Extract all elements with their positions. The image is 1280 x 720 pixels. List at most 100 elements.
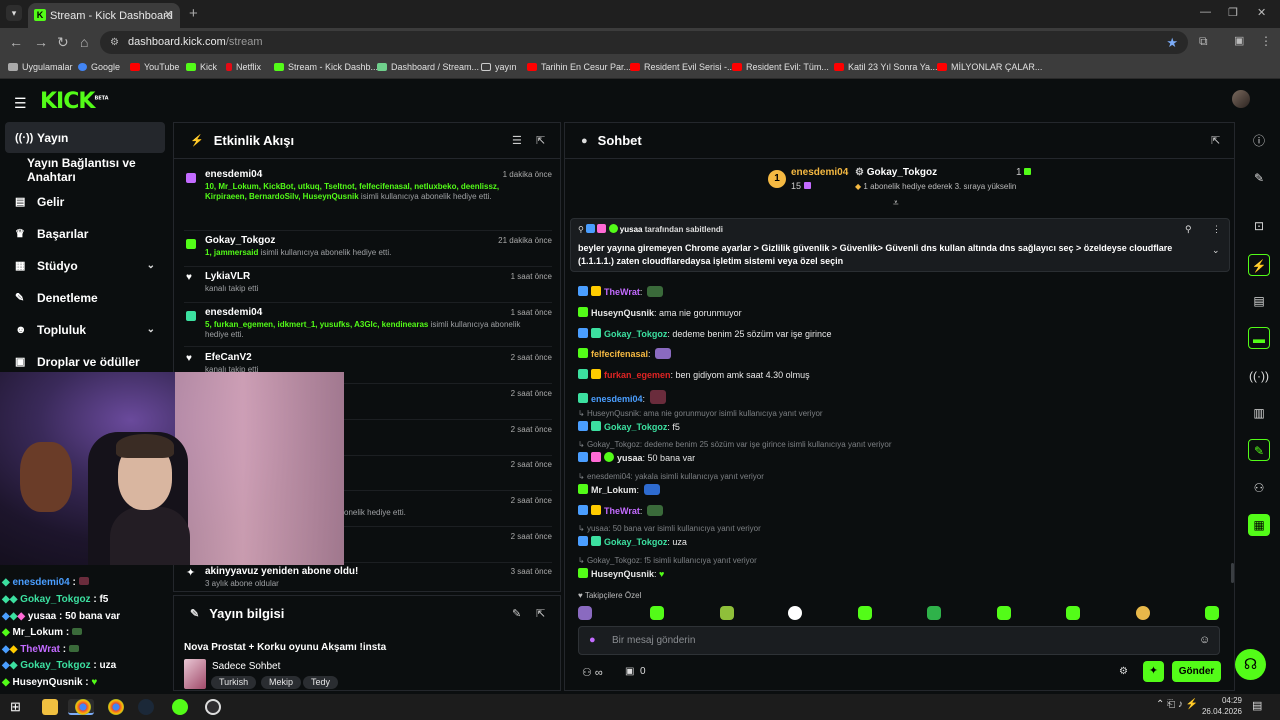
tab-stream-kick[interactable]: K Stream - Kick Dashboard ✕ <box>28 3 180 28</box>
taskbar-date[interactable]: 26.04.2026 <box>1196 707 1242 716</box>
profile-icon[interactable]: ▣ <box>1234 34 1244 47</box>
bookmark-apps[interactable]: Uygulamalar <box>8 62 73 72</box>
pencil-icon[interactable]: ✎ <box>1248 167 1270 189</box>
unpin-icon[interactable]: ⚲ <box>1185 224 1192 235</box>
edit-icon[interactable]: ✎ <box>512 607 521 620</box>
url-field[interactable]: ⚙ dashboard.kick.com/stream ★ <box>100 31 1188 54</box>
taskbar-time[interactable]: 04:29 <box>1204 696 1242 705</box>
maximize-icon[interactable]: ❐ <box>1228 6 1238 19</box>
emote[interactable] <box>927 606 941 620</box>
chat-settings-gear-icon[interactable]: ⚙ <box>1119 666 1128 677</box>
bot-icon[interactable]: ✦ <box>1143 661 1164 682</box>
sidebar-item-studyo[interactable]: ▦ Stüdyo ⌄ <box>5 250 165 281</box>
chat-bubble-icon[interactable]: ▬ <box>1248 327 1270 349</box>
tag-chip[interactable]: Tedy <box>303 676 339 689</box>
filter-icon[interactable]: ☰ <box>512 134 522 147</box>
popout-icon[interactable]: ⇱ <box>536 607 545 620</box>
sidebar-item-yayin[interactable]: ((·)) Yayın <box>5 122 165 153</box>
kick-app-icon[interactable] <box>172 699 188 715</box>
close-window-icon[interactable]: ✕ <box>1257 6 1266 19</box>
tab-search-icon[interactable]: ▾ <box>6 5 22 21</box>
back-icon[interactable]: ← <box>9 34 23 50</box>
reload-icon[interactable]: ↻ <box>57 34 69 51</box>
infinity-points-icon[interactable]: ⚇ ∞ <box>582 666 603 679</box>
sidebar-item-stream-key[interactable]: Yayın Bağlantısı ve Anahtarı <box>5 154 165 185</box>
bookmark-video-1[interactable]: Tarihin En Cesur Par... <box>527 62 631 72</box>
sidebar-item-basarilar[interactable]: ♛ Başarılar <box>5 218 165 249</box>
emote[interactable] <box>578 606 592 620</box>
menu-icon[interactable]: ⋮ <box>1260 34 1272 48</box>
clapper-icon[interactable]: ▦ <box>1248 514 1270 536</box>
windows-start-icon[interactable]: ⊞ <box>10 699 26 715</box>
share-nodes-icon[interactable]: ⚇ <box>1248 477 1270 499</box>
emoji-icon[interactable]: ☺ <box>1199 634 1210 646</box>
site-info-icon[interactable]: ⚙ <box>110 31 119 54</box>
microphone-icon[interactable]: ● <box>589 634 596 646</box>
new-tab-icon[interactable]: + <box>189 5 198 22</box>
bookmark-video-5[interactable]: MİLYONLAR ÇALAR... <box>937 62 1042 72</box>
expand-leaderboard-icon[interactable]: ⩡ <box>893 198 899 209</box>
bookmark-folder-yayin[interactable]: yayın <box>481 62 517 72</box>
crop-icon[interactable]: ⊡ <box>1248 215 1270 237</box>
user-avatar[interactable] <box>1232 90 1250 108</box>
document-icon[interactable]: ▤ <box>1248 290 1270 312</box>
chat-scrollbar[interactable] <box>1231 563 1234 583</box>
forward-icon[interactable]: → <box>34 34 48 50</box>
bookmark-star-icon[interactable]: ★ <box>1166 31 1178 54</box>
send-button[interactable]: Gönder <box>1172 661 1221 682</box>
bookmark-stream-kick[interactable]: Stream - Kick Dashb... <box>274 62 378 72</box>
rank-badge: 1 <box>768 170 786 188</box>
broadcast-icon[interactable]: ((·)) <box>1248 365 1270 387</box>
category-thumbnail[interactable] <box>184 659 206 689</box>
popout-icon[interactable]: ⇱ <box>1211 134 1220 147</box>
steam-icon[interactable] <box>138 699 154 715</box>
chat-input[interactable]: ● Bir mesaj gönderin ☺ <box>578 626 1220 655</box>
category-name[interactable]: Sadece Sohbet <box>212 661 280 672</box>
lightning-icon[interactable]: ⚡ <box>1248 254 1270 276</box>
bookmark-youtube[interactable]: YouTube <box>130 62 179 72</box>
emote[interactable] <box>788 606 802 620</box>
bookmark-kick[interactable]: Kick <box>186 62 217 72</box>
emote[interactable] <box>858 606 872 620</box>
points-display[interactable]: ▣ 0 <box>625 666 646 677</box>
close-tab-icon[interactable]: ✕ <box>164 8 173 21</box>
minimize-icon[interactable]: — <box>1200 6 1211 18</box>
notification-icon[interactable]: ▤ <box>1252 699 1262 712</box>
tag-chip[interactable]: Mekip <box>261 676 302 689</box>
bookmark-google[interactable]: Google <box>78 62 120 72</box>
tag-chip[interactable]: Turkish <box>211 676 257 689</box>
gifter-name[interactable]: ⚙ Gokay_Tokgoz <box>855 167 937 178</box>
sidebar-item-denetleme[interactable]: ✎ Denetleme <box>5 282 165 313</box>
kick-logo[interactable]: KICKBETA <box>40 89 109 114</box>
emote[interactable] <box>720 606 734 620</box>
hamburger-menu-icon[interactable]: ☰ <box>14 95 27 112</box>
emote[interactable] <box>997 606 1011 620</box>
bookmark-dashboard[interactable]: Dashboard / Stream... <box>377 62 479 72</box>
printer-icon[interactable]: ▥ <box>1248 402 1270 424</box>
chevron-down-icon[interactable]: ⌄ <box>1212 245 1220 256</box>
obs-icon[interactable] <box>205 699 221 715</box>
bookmark-video-4[interactable]: Katil 23 Yıl Sonra Ya... <box>834 62 938 72</box>
info-icon[interactable]: ⓘ <box>1248 130 1270 152</box>
home-icon[interactable]: ⌂ <box>80 34 88 50</box>
emote[interactable] <box>650 606 664 620</box>
more-options-icon[interactable]: ⋮ <box>1212 224 1221 235</box>
emote[interactable] <box>1136 606 1150 620</box>
bookmark-netflix[interactable]: Netflix <box>226 62 261 72</box>
tray-icons[interactable]: ⌃ ⎗ ♪ ⚡ <box>1156 699 1198 710</box>
sidebar-item-gelir[interactable]: ▤ Gelir <box>5 186 165 217</box>
bookmark-video-3[interactable]: Resident Evil: Tüm... <box>732 62 829 72</box>
emote[interactable] <box>1066 606 1080 620</box>
emote[interactable] <box>1205 606 1219 620</box>
sidebar-item-topluluk[interactable]: ☻ Topluluk ⌄ <box>5 314 165 345</box>
support-headset-icon[interactable]: ☊ <box>1235 649 1266 680</box>
extensions-icon[interactable]: ⧉ <box>1199 34 1208 49</box>
wrench-icon[interactable]: ✎ <box>1248 439 1270 461</box>
chrome-icon[interactable] <box>75 699 91 715</box>
chrome-profile-icon[interactable] <box>108 699 124 715</box>
gift-icon: ▣ <box>15 356 26 368</box>
file-explorer-icon[interactable] <box>42 699 58 715</box>
leader-name[interactable]: enesdemi04 <box>791 167 848 178</box>
popout-icon[interactable]: ⇱ <box>536 134 545 147</box>
bookmark-video-2[interactable]: Resident Evil Serisi -... <box>630 62 735 72</box>
